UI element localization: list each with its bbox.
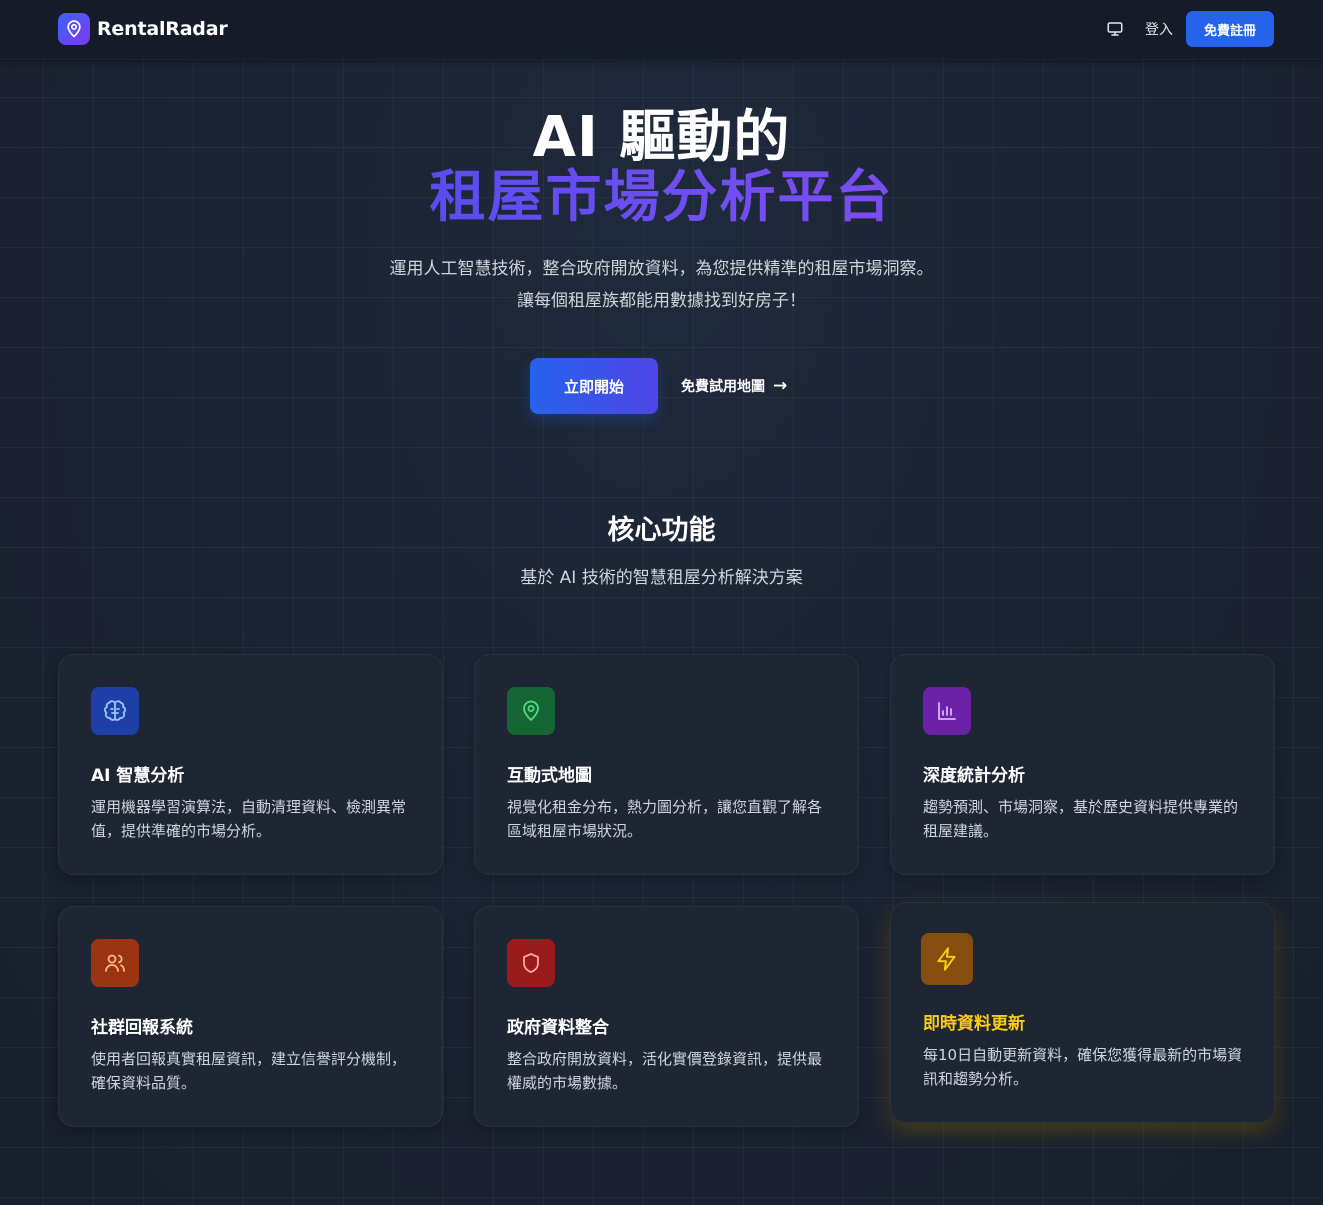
login-link[interactable]: 登入	[1145, 19, 1173, 39]
feature-description: 每10日自動更新資料，確保您獲得最新的市場資訊和趨勢分析。	[923, 1046, 1243, 1088]
brand-name: RentalRadar	[97, 18, 228, 40]
feature-description: 使用者回報真實租屋資訊，建立信譽評分機制，確保資料品質。	[91, 1050, 407, 1092]
feature-card-community-report[interactable]: 社群回報系統 使用者回報真實租屋資訊，建立信譽評分機制，確保資料品質。	[58, 906, 443, 1127]
feature-description: 視覺化租金分布，熱力圖分析，讓您直觀了解各區域租屋市場狀況。	[507, 798, 823, 840]
signup-button[interactable]: 免費註冊	[1186, 11, 1274, 47]
feature-title: 互動式地圖	[507, 766, 592, 786]
feature-title: 即時資料更新	[923, 1014, 1025, 1034]
hero-subtitle-line1: 運用人工智慧技術，整合政府開放資料，為您提供精準的租屋市場洞察。	[389, 259, 934, 279]
feature-card-ai-analysis[interactable]: AI 智慧分析 運用機器學習演算法，自動清理資料、檢測異常值，提供準確的市場分析…	[58, 654, 443, 875]
feature-description: 運用機器學習演算法，自動清理資料、檢測異常值，提供準確的市場分析。	[91, 798, 407, 840]
brain-icon	[91, 687, 139, 735]
feature-card-realtime-update[interactable]: 即時資料更新 每10日自動更新資料，確保您獲得最新的市場資訊和趨勢分析。	[890, 902, 1275, 1123]
features-subtitle: 基於 AI 技術的智慧租屋分析解決方案	[520, 568, 803, 588]
try-map-link[interactable]: 免費試用地圖 →	[681, 373, 787, 399]
feature-card-gov-data[interactable]: 政府資料整合 整合政府開放資料，活化實價登錄資訊，提供最權威的市場數據。	[474, 906, 859, 1127]
theme-toggle-button[interactable]	[1103, 17, 1127, 41]
hero-subtitle-line2: 讓每個租屋族都能用數據找到好房子！	[517, 291, 806, 311]
map-pin-icon	[507, 687, 555, 735]
feature-title: 社群回報系統	[91, 1018, 193, 1038]
top-navbar: RentalRadar 登入 免費註冊	[0, 0, 1323, 60]
features-title: 核心功能	[607, 515, 716, 546]
feature-card-statistics[interactable]: 深度統計分析 趨勢預測、市場洞察，基於歷史資料提供專業的租屋建議。	[890, 654, 1275, 875]
arrow-right-icon: →	[773, 376, 788, 396]
feature-description: 趨勢預測、市場洞察，基於歷史資料提供專業的租屋建議。	[923, 798, 1239, 840]
map-pin-logo-icon	[58, 13, 90, 45]
feature-title: AI 智慧分析	[91, 766, 185, 786]
try-map-label: 免費試用地圖	[681, 379, 765, 395]
monitor-icon	[1107, 22, 1123, 36]
start-now-button[interactable]: 立即開始	[530, 358, 658, 414]
hero-title-line1: AI 驅動的	[532, 105, 791, 170]
feature-card-interactive-map[interactable]: 互動式地圖 視覺化租金分布，熱力圖分析，讓您直觀了解各區域租屋市場狀況。	[474, 654, 859, 875]
brand-logo[interactable]: RentalRadar	[58, 13, 228, 45]
hero-title-gradient-text: 租屋市場分析平台	[429, 165, 894, 230]
bar-chart-icon	[923, 687, 971, 735]
feature-title: 深度統計分析	[923, 766, 1025, 786]
users-icon	[91, 939, 139, 987]
hero-title-line2: 租屋市場分析平台	[0, 166, 1323, 230]
feature-description: 整合政府開放資料，活化實價登錄資訊，提供最權威的市場數據。	[507, 1050, 823, 1092]
lightning-icon	[921, 933, 973, 985]
feature-title: 政府資料整合	[507, 1018, 609, 1038]
shield-icon	[507, 939, 555, 987]
